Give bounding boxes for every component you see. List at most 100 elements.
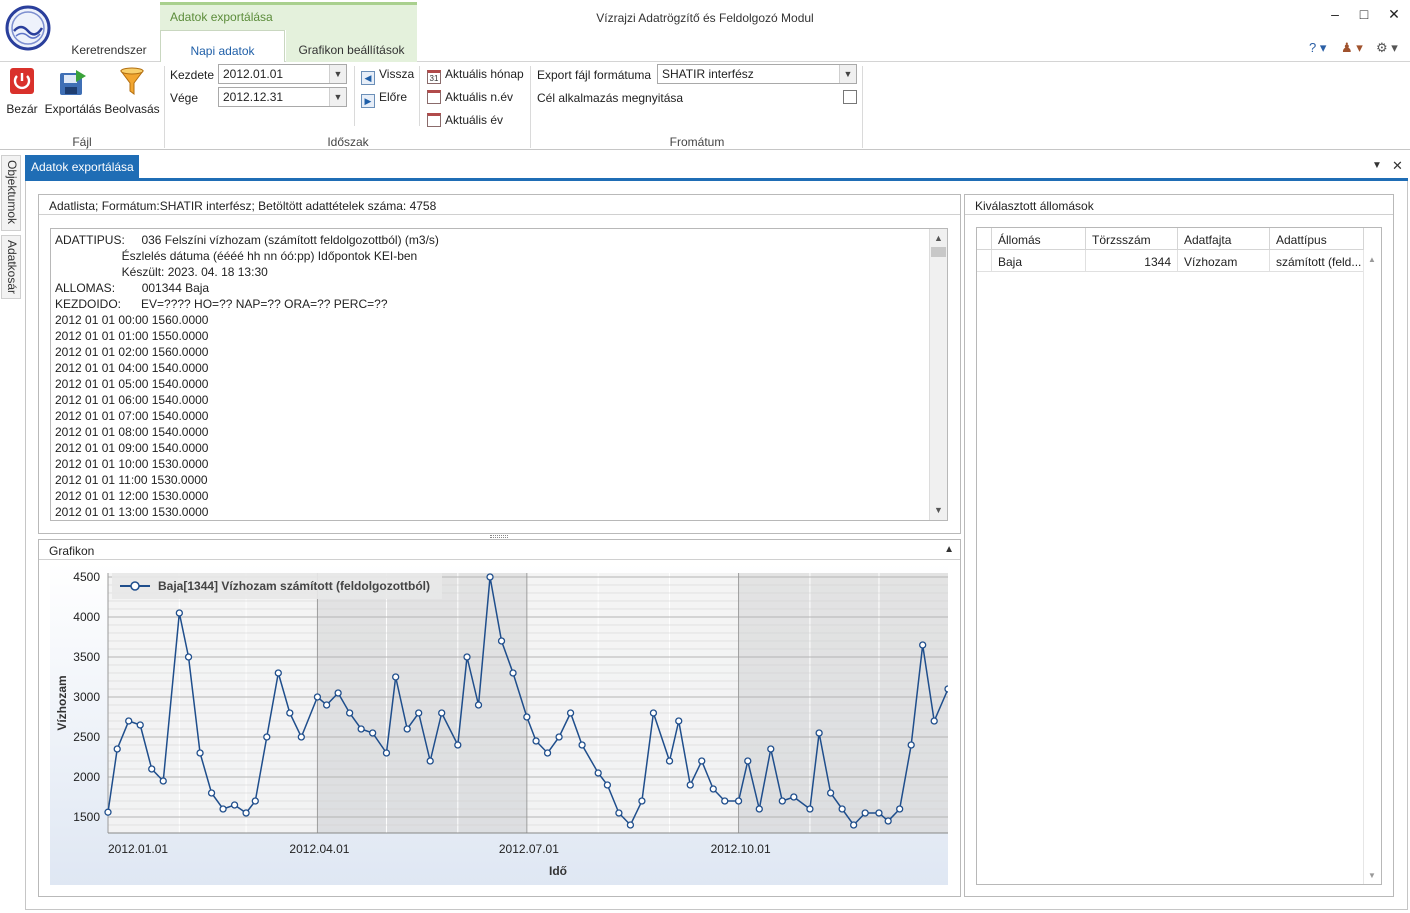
- data-point: [603, 781, 612, 789]
- cell-allomas[interactable]: Baja: [992, 250, 1086, 272]
- export-format-label: Export fájl formátuma: [537, 68, 652, 82]
- export-save-icon: [60, 70, 86, 95]
- column-header-adatfajta[interactable]: Adatfajta: [1178, 228, 1270, 250]
- chevron-down-icon[interactable]: ▼: [329, 88, 346, 106]
- open-target-label: Cél alkalmazás megnyitása: [537, 91, 684, 105]
- datalist-line: ALLOMAS: 001344 Baja: [55, 281, 210, 295]
- close-tab-icon[interactable]: ✕: [1392, 158, 1403, 174]
- maximize-button[interactable]: □: [1353, 4, 1375, 24]
- ribbon-separator: [164, 66, 165, 148]
- datalist-line: ADATTIPUS: 036 Felszíni vízhozam (számít…: [55, 233, 439, 247]
- calendar-icon: [427, 90, 441, 104]
- x-tick-label: 2012.01.01: [108, 842, 168, 856]
- collapse-icon[interactable]: ▲: [944, 544, 954, 555]
- scroll-down-icon[interactable]: ▼: [1368, 871, 1376, 880]
- data-point: [415, 709, 423, 717]
- data-point: [438, 709, 446, 717]
- chart-area: 1500 2000 2500 3000 3500 4000 4500 2012.01.01 20…: [50, 563, 948, 885]
- legend-label: Baja[1344] Vízhozam számított (feldolgoz…: [158, 579, 430, 593]
- side-tab-label: Adatkosár: [5, 240, 19, 295]
- data-point: [930, 717, 938, 725]
- user-icon[interactable]: ♟ ▾: [1341, 40, 1363, 56]
- stations-grid: Állomás Törzsszám Adatfajta Adattípus Ba…: [976, 227, 1382, 885]
- end-date-value: 2012.12.31: [223, 90, 284, 104]
- datalist-textbox[interactable]: ADATTIPUS: 036 Felszíni vízhozam (számít…: [50, 228, 948, 521]
- scroll-up-icon[interactable]: ▲: [1368, 255, 1376, 264]
- current-year-button[interactable]: Aktuális év: [427, 113, 503, 127]
- data-point: [313, 693, 322, 701]
- x-axis-title: Idő: [549, 864, 567, 878]
- data-point: [884, 817, 892, 825]
- chart-header: Grafikon: [39, 540, 960, 560]
- data-point: [543, 749, 552, 757]
- splitter-handle[interactable]: [490, 535, 508, 538]
- data-point: [463, 653, 471, 661]
- document-tab[interactable]: Adatok exportálása: [25, 155, 139, 179]
- cell-torzsszam[interactable]: 1344: [1086, 250, 1178, 272]
- tab-napi-adatok[interactable]: Napi adatok: [160, 30, 285, 63]
- help-icon[interactable]: ? ▾: [1309, 40, 1326, 56]
- data-point: [566, 709, 575, 717]
- scroll-thumb[interactable]: [931, 247, 946, 257]
- data-point: [219, 805, 227, 813]
- row-indicator-header: [977, 228, 992, 250]
- cell-adatfajta[interactable]: Vízhozam: [1178, 250, 1270, 272]
- grid-scrollbar[interactable]: ▲ ▼: [1363, 250, 1381, 884]
- open-target-checkbox[interactable]: [843, 90, 857, 104]
- chevron-down-icon[interactable]: ▼: [329, 65, 346, 83]
- data-point: [125, 717, 133, 725]
- datalist-line: Észlelés dátuma (éééé hh nn óó:pp) Időpo…: [55, 249, 418, 263]
- side-tab-adatkosar[interactable]: Adatkosár: [1, 235, 21, 299]
- quarter-band: [317, 573, 527, 833]
- data-point: [263, 733, 271, 741]
- forward-button[interactable]: ▶ Előre: [361, 90, 407, 108]
- start-date-combo[interactable]: 2012.01.01 ▼: [218, 64, 347, 84]
- export-format-combo[interactable]: SHATIR interfész ▼: [657, 64, 857, 84]
- ribbon-separator: [862, 66, 863, 148]
- current-month-button[interactable]: 31 Aktuális hónap: [427, 67, 524, 84]
- tab-grafikon-beallitasok[interactable]: Grafikon beállítások: [286, 30, 417, 62]
- side-tab-objektumok[interactable]: Objektumok: [1, 155, 21, 231]
- data-point: [454, 741, 462, 749]
- scroll-down-icon[interactable]: ▼: [934, 505, 943, 515]
- back-button[interactable]: ◀ Vissza: [361, 67, 414, 85]
- y-tick-label: 3000: [73, 690, 100, 704]
- scroll-up-icon[interactable]: ▲: [934, 233, 943, 243]
- tab-keretrendszer[interactable]: Keretrendszer: [62, 30, 156, 62]
- x-tick-label: 2012.04.01: [289, 842, 349, 856]
- datalist-line: 2012 01 01 08:00 1540.0000: [55, 425, 209, 439]
- calendar-icon: [427, 113, 441, 127]
- current-hyear-button[interactable]: Aktuális n.év: [427, 90, 513, 104]
- x-tick-label: 2012.07.01: [499, 842, 559, 856]
- y-tick-label: 4000: [73, 610, 100, 624]
- data-point: [755, 805, 763, 813]
- datalist-line: 2012 01 01 02:00 1560.0000: [55, 345, 209, 359]
- data-point: [649, 709, 658, 717]
- vertical-scrollbar[interactable]: ▲ ▼: [929, 229, 947, 520]
- column-header-allomas[interactable]: Állomás: [992, 228, 1086, 250]
- load-button[interactable]: Beolvasás: [104, 102, 160, 116]
- export-button[interactable]: Exportálás: [44, 102, 102, 116]
- row-indicator[interactable]: [977, 250, 992, 272]
- data-point: [744, 757, 752, 765]
- current-hyear-label: Aktuális n.év: [445, 90, 514, 104]
- datalist-header: Adatlista; Formátum:SHATIR interfész; Be…: [39, 195, 960, 215]
- gear-icon[interactable]: ⚙ ▾: [1376, 40, 1398, 56]
- end-date-label: Vége: [170, 91, 199, 105]
- y-tick-label: 2000: [73, 770, 100, 784]
- close-window-button[interactable]: ✕: [1383, 4, 1405, 24]
- tab-dropdown-icon[interactable]: ▼: [1372, 160, 1382, 171]
- datalist-line: 2012 01 01 01:00 1550.0000: [55, 329, 209, 343]
- end-date-combo[interactable]: 2012.12.31 ▼: [218, 87, 347, 107]
- close-button[interactable]: Bezár: [5, 102, 39, 116]
- data-point: [815, 729, 823, 737]
- data-point: [207, 789, 216, 797]
- data-point: [896, 805, 904, 813]
- column-header-adattipus[interactable]: Adattípus: [1270, 228, 1364, 250]
- column-header-torzsszam[interactable]: Törzsszám: [1086, 228, 1178, 250]
- cell-adattipus[interactable]: számított (feld...: [1270, 250, 1364, 272]
- group-label-idoszak: Időszak: [327, 135, 369, 149]
- datalist-line: 2012 01 01 00:00 1560.0000: [55, 313, 209, 327]
- chevron-down-icon[interactable]: ▼: [839, 65, 856, 83]
- minimize-button[interactable]: –: [1324, 4, 1346, 24]
